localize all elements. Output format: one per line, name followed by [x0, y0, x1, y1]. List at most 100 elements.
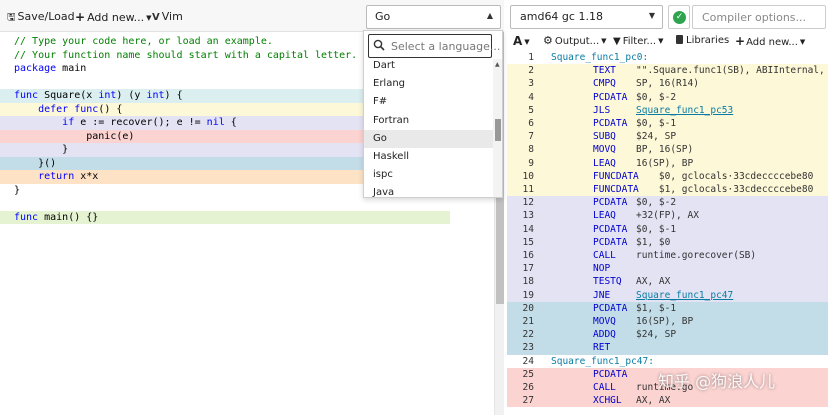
- language-option-f-[interactable]: F#: [364, 93, 493, 111]
- assembly-instruction: CALL runtime.gorecover(SB): [593, 249, 756, 262]
- operands: runtime.gorecover(SB): [636, 250, 757, 261]
- operands: $0, $-1: [636, 118, 677, 129]
- language-option-dart[interactable]: Dart: [364, 57, 493, 75]
- libraries-button[interactable]: Libraries: [676, 34, 729, 48]
- jump-target-link[interactable]: Square_func1_pc53: [636, 105, 733, 116]
- vim-icon: V: [152, 12, 160, 23]
- opcode: ADDQ: [593, 329, 616, 341]
- line-number: 2: [528, 65, 534, 77]
- assembly-line: 8 MOVQ BP, 16(SP): [507, 143, 828, 157]
- operands: $0, $-2: [636, 91, 677, 103]
- language-option-fortran[interactable]: Fortran: [364, 112, 493, 130]
- line-number: 19: [522, 289, 534, 301]
- opcode: NOP: [593, 263, 611, 275]
- assembly-instruction: NOP: [593, 262, 636, 275]
- compiler-toolbar: A ▼ ⚙ Output... ▼ ▼ Filter... ▼ Libraries +Ad…: [507, 32, 828, 50]
- language-dropdown: Select a language... Dart Erlang F# Fortran…: [363, 30, 503, 198]
- language-select[interactable]: Go ▲: [366, 5, 501, 29]
- assembly-instruction: PCDATA $0, $-2: [593, 196, 676, 209]
- operands: $1, $-1: [636, 302, 677, 314]
- opcode: PCDATA: [593, 197, 628, 209]
- assembly-line: 16 CALL runtime.gorecover(SB): [507, 249, 828, 263]
- operands: +32(FP), AX: [636, 210, 699, 222]
- vim-toggle-button[interactable]: V Vim: [152, 9, 183, 25]
- assembly-line: 5 JLS Square_func1_pc53: [507, 103, 828, 117]
- assembly-label: Square_func1_pc0:: [551, 52, 649, 63]
- assembly-output[interactable]: 1 Square_func1_pc0: 2 TEXT "".Square.func1(S…: [507, 51, 828, 415]
- line-number: 1: [528, 52, 534, 63]
- output-options-button[interactable]: ⚙ Output... ▼: [543, 34, 607, 48]
- opcode: CALL: [593, 382, 616, 393]
- assembly-instruction: PCDATA $0, $-2: [593, 91, 676, 104]
- filter-label: Filter...: [622, 36, 657, 47]
- assembly-line: 22 ADDQ $24, SP: [507, 328, 828, 342]
- assembly-instruction: ADDQ $24, SP: [593, 328, 676, 341]
- caret-down-icon: ▼: [146, 14, 152, 22]
- opcode: RET: [593, 342, 611, 354]
- jump-target-link[interactable]: Square_func1_pc47: [636, 290, 733, 301]
- opcode: LEAQ: [593, 157, 616, 169]
- operands: $24, SP: [636, 329, 677, 341]
- line-number: 14: [522, 223, 534, 235]
- opcode: TEXT: [593, 65, 616, 77]
- assembly-line: 13 LEAQ +32(FP), AX: [507, 209, 828, 223]
- language-list-scrollbar-thumb[interactable]: [495, 119, 501, 141]
- assembly-instruction: JLS Square_func1_pc53: [593, 104, 733, 117]
- assembly-instruction: LEAQ +32(FP), AX: [593, 209, 699, 222]
- watermark-text: 知乎 @狗浪人儿: [658, 372, 776, 391]
- opcode: LEAQ: [593, 210, 616, 222]
- assembly-instruction: CMPQ SP, 16(R14): [593, 77, 699, 90]
- operands: SP, 16(R14): [636, 78, 699, 90]
- save-load-label: Save/Load: [17, 10, 75, 23]
- line-number: 10: [522, 170, 534, 182]
- output-label: Output...: [554, 36, 600, 47]
- caret-down-icon: ▼: [601, 37, 607, 45]
- filter-button[interactable]: ▼ Filter... ▼: [613, 34, 663, 48]
- opcode: FUNCDATA: [593, 170, 639, 182]
- caret-down-icon: ▼: [799, 38, 806, 46]
- opcode: PCDATA: [593, 236, 628, 248]
- language-option-ispc[interactable]: ispc: [364, 166, 493, 184]
- language-option-erlang[interactable]: Erlang: [364, 75, 493, 93]
- operands: $1, gclocals·33cdeccccebe80: [636, 184, 814, 195]
- operands: "".Square.func1(SB), ABIInternal, $: [636, 65, 828, 77]
- compiler-options-input[interactable]: Compiler options...: [692, 5, 826, 29]
- add-new-tool-button[interactable]: +Add new... ▼: [735, 34, 805, 48]
- operands: $24, SP: [636, 131, 677, 143]
- assembly-label: Square_func1_pc47:: [551, 355, 654, 367]
- line-number: 15: [522, 236, 534, 248]
- line-number: 26: [522, 382, 534, 393]
- scroll-up-icon[interactable]: ▲: [495, 61, 500, 68]
- code-line: defer func() {: [38, 103, 123, 115]
- opcode: PCDATA: [593, 368, 628, 380]
- plus-icon: +: [735, 34, 746, 48]
- compiler-options-placeholder: Compiler options...: [702, 11, 807, 24]
- code-line: // Your function name should start with …: [14, 49, 358, 61]
- gear-icon: ⚙: [543, 34, 553, 47]
- line-number: 13: [522, 210, 534, 222]
- language-list-scrollbar[interactable]: ▲ ▼: [493, 59, 502, 197]
- operands: $0, $-1: [636, 223, 677, 235]
- language-search-input[interactable]: Select a language...: [368, 34, 500, 58]
- language-option-go[interactable]: Go: [364, 129, 493, 148]
- opcode: SUBQ: [593, 131, 616, 143]
- assembly-instruction: LEAQ 16(SP), BP: [593, 157, 693, 170]
- assembly-line: 10 FUNCDATA $0, gclocals·33cdeccccebe80: [507, 169, 828, 183]
- assembly-line: 3 CMPQ SP, 16(R14): [507, 77, 828, 91]
- line-number: 18: [522, 276, 534, 288]
- line-number: 11: [522, 184, 534, 195]
- opcode: PCDATA: [593, 302, 628, 314]
- line-number: 8: [528, 144, 534, 156]
- opcode: PCDATA: [593, 91, 628, 103]
- compile-status[interactable]: ✓: [668, 5, 690, 29]
- compiler-select[interactable]: amd64 gc 1.18 ▼: [510, 5, 663, 29]
- language-option-haskell[interactable]: Haskell: [364, 148, 493, 166]
- font-size-label: A: [513, 34, 523, 48]
- code-line: panic(e): [14, 130, 135, 142]
- font-size-button[interactable]: A ▼: [513, 34, 530, 48]
- add-new-button[interactable]: + Add new... ▼: [75, 9, 151, 25]
- line-number: 25: [522, 368, 534, 380]
- save-load-button[interactable]: 🖫 Save/Load: [7, 9, 75, 25]
- code-line: return x*x: [38, 171, 99, 182]
- language-option-java[interactable]: Java: [364, 184, 493, 197]
